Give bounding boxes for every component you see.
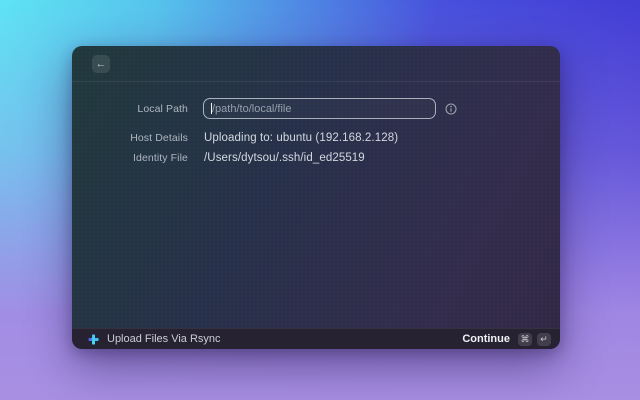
rsync-plus-icon <box>88 334 99 345</box>
local-path-row: Local Path <box>92 98 560 119</box>
identity-file-row: Identity File /Users/dytsou/.ssh/id_ed25… <box>92 152 560 164</box>
identity-file-label: Identity File <box>92 152 188 164</box>
return-key-icon: ↵ <box>537 333 551 346</box>
command-key-icon: ⌘ <box>518 333 532 346</box>
arrow-left-icon: ← <box>96 58 107 70</box>
dialog-form: Local Path Host Details Uploading to: ub… <box>72 82 560 328</box>
dialog-header: ← <box>72 46 560 82</box>
host-details-label: Host Details <box>92 132 188 144</box>
info-icon[interactable] <box>444 102 458 116</box>
local-path-input[interactable] <box>203 98 436 119</box>
local-path-label: Local Path <box>92 103 188 115</box>
command-title: Upload Files Via Rsync <box>107 333 462 345</box>
desktop-background: ← Local Path Host Detail <box>0 0 640 400</box>
identity-file-value: /Users/dytsou/.ssh/id_ed25519 <box>204 152 365 164</box>
back-button[interactable]: ← <box>92 55 110 73</box>
local-path-input-wrap <box>203 98 436 119</box>
dialog-footer: Upload Files Via Rsync Continue ⌘ ↵ <box>72 328 560 349</box>
host-details-value: Uploading to: ubuntu (192.168.2.128) <box>204 132 398 144</box>
host-details-row: Host Details Uploading to: ubuntu (192.1… <box>92 132 560 144</box>
upload-files-dialog: ← Local Path Host Detail <box>72 46 560 349</box>
text-caret <box>211 103 212 114</box>
continue-button[interactable]: Continue <box>462 333 510 345</box>
